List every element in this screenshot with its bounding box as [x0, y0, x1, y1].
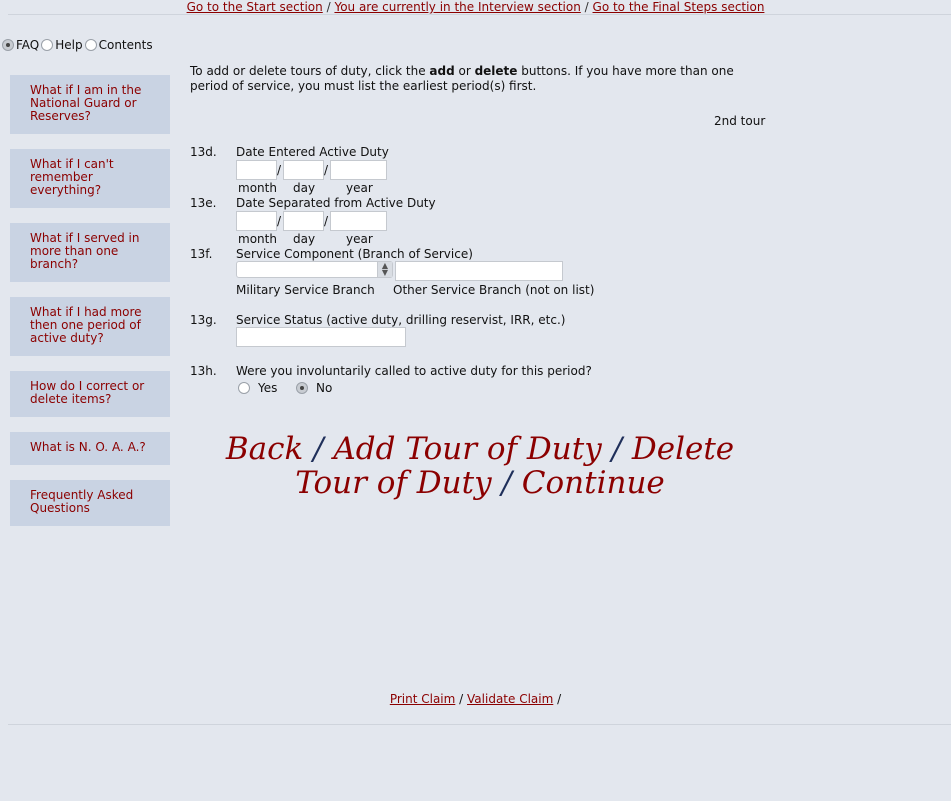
- month-caption: month: [238, 232, 277, 246]
- q13e-month-input[interactable]: [236, 211, 277, 231]
- other-branch-input[interactable]: [395, 261, 563, 281]
- start-section-link[interactable]: Go to the Start section: [187, 0, 323, 14]
- involuntary-no-label[interactable]: No: [316, 381, 332, 395]
- select-chevron-icon: ▲ ▼: [377, 262, 392, 277]
- q13d-label: Date Entered Active Duty: [236, 145, 389, 159]
- print-claim-link[interactable]: Print Claim: [390, 692, 456, 706]
- instructions-part: To add or delete tours of duty, click th…: [190, 64, 430, 78]
- action-separator: /: [611, 431, 623, 467]
- bottom-divider: [8, 724, 951, 725]
- instructions-delete-word: delete: [474, 64, 518, 78]
- instructions-text: To add or delete tours of duty, click th…: [190, 64, 770, 94]
- q13d-day-input[interactable]: [283, 160, 324, 180]
- date-separator: /: [277, 163, 282, 177]
- involuntary-yes-label[interactable]: Yes: [258, 381, 277, 395]
- faq-item-correct-delete[interactable]: How do I correct or delete items?: [10, 371, 170, 417]
- nav-separator: /: [326, 0, 331, 14]
- faq-item-label: What if I can't remember everything?: [30, 157, 114, 197]
- action-separator: /: [501, 465, 512, 501]
- help-radio[interactable]: [41, 39, 54, 51]
- action-separator: /: [313, 431, 324, 467]
- q13e-number: 13e.: [190, 196, 217, 210]
- continue-link[interactable]: Continue: [522, 465, 665, 501]
- q13e-day-input[interactable]: [283, 211, 324, 231]
- month-caption: month: [238, 181, 277, 195]
- contents-radio-label[interactable]: Contents: [99, 38, 153, 52]
- q13g-number: 13g.: [190, 313, 217, 327]
- top-divider: [8, 14, 951, 15]
- faq-item-label: What if I served in more than one branch…: [30, 231, 140, 271]
- bottom-navigation: Print Claim / Validate Claim /: [0, 692, 951, 706]
- top-navigation: Go to the Start section / You are curren…: [0, 0, 951, 14]
- q13e-label: Date Separated from Active Duty: [236, 196, 436, 210]
- q13g-label: Service Status (active duty, drilling re…: [236, 313, 566, 327]
- current-section-link[interactable]: You are currently in the Interview secti…: [334, 0, 580, 14]
- year-caption: year: [346, 181, 373, 195]
- validate-claim-link[interactable]: Validate Claim: [467, 692, 553, 706]
- add-tour-link[interactable]: Add Tour of Duty: [333, 431, 601, 467]
- nav-separator: /: [584, 0, 589, 14]
- service-status-input[interactable]: [236, 327, 406, 347]
- q13e-year-input[interactable]: [330, 211, 387, 231]
- faq-item-noaa[interactable]: What is N. O. A. A.?: [10, 432, 170, 465]
- tour-label: 2nd tour: [714, 114, 766, 128]
- faq-radio[interactable]: [2, 39, 14, 51]
- faq-item-label: What if I had more then one period of ac…: [30, 305, 142, 345]
- military-branch-caption: Military Service Branch: [236, 283, 375, 297]
- faq-item-label: What is N. O. A. A.?: [30, 440, 146, 454]
- q13h-label: Were you involuntarily called to active …: [236, 364, 592, 378]
- date-separator: /: [324, 163, 329, 177]
- day-caption: day: [293, 232, 316, 246]
- contents-radio[interactable]: [84, 39, 97, 51]
- help-radio-label[interactable]: Help: [55, 38, 82, 52]
- date-separator: /: [277, 214, 282, 228]
- faq-radio-label[interactable]: FAQ: [16, 38, 39, 52]
- other-branch-caption: Other Service Branch (not on list): [393, 283, 595, 297]
- view-mode-selector: FAQ Help Contents: [2, 38, 155, 52]
- action-links: Back / Add Tour of Duty / Delete Tour of…: [190, 432, 770, 500]
- q13d-year-input[interactable]: [330, 160, 387, 180]
- q13f-number: 13f.: [190, 247, 213, 261]
- instructions-part: or: [454, 64, 475, 78]
- q13d-month-input[interactable]: [236, 160, 277, 180]
- final-steps-link[interactable]: Go to the Final Steps section: [593, 0, 765, 14]
- faq-item-label: Frequently Asked Questions: [30, 488, 134, 515]
- faq-item-national-guard[interactable]: What if I am in the National Guard or Re…: [10, 75, 170, 134]
- q13d-number: 13d.: [190, 145, 217, 159]
- faq-item-all-questions[interactable]: Frequently Asked Questions: [10, 480, 170, 526]
- involuntary-yes-radio[interactable]: [238, 382, 250, 394]
- instructions-add-word: add: [429, 64, 455, 78]
- military-branch-select[interactable]: ▲ ▼: [236, 261, 393, 278]
- nav-separator: /: [459, 692, 464, 706]
- q13f-label: Service Component (Branch of Service): [236, 247, 473, 261]
- faq-item-multiple-periods[interactable]: What if I had more then one period of ac…: [10, 297, 170, 356]
- back-link[interactable]: Back: [226, 431, 303, 467]
- year-caption: year: [346, 232, 373, 246]
- involuntary-no-radio[interactable]: [296, 382, 308, 394]
- faq-item-cant-remember[interactable]: What if I can't remember everything?: [10, 149, 170, 208]
- faq-item-multiple-branches[interactable]: What if I served in more than one branch…: [10, 223, 170, 282]
- q13h-number: 13h.: [190, 364, 217, 378]
- faq-item-label: How do I correct or delete items?: [30, 379, 145, 406]
- nav-separator: /: [557, 692, 562, 706]
- faq-item-label: What if I am in the National Guard or Re…: [30, 83, 142, 123]
- day-caption: day: [293, 181, 316, 195]
- date-separator: /: [324, 214, 329, 228]
